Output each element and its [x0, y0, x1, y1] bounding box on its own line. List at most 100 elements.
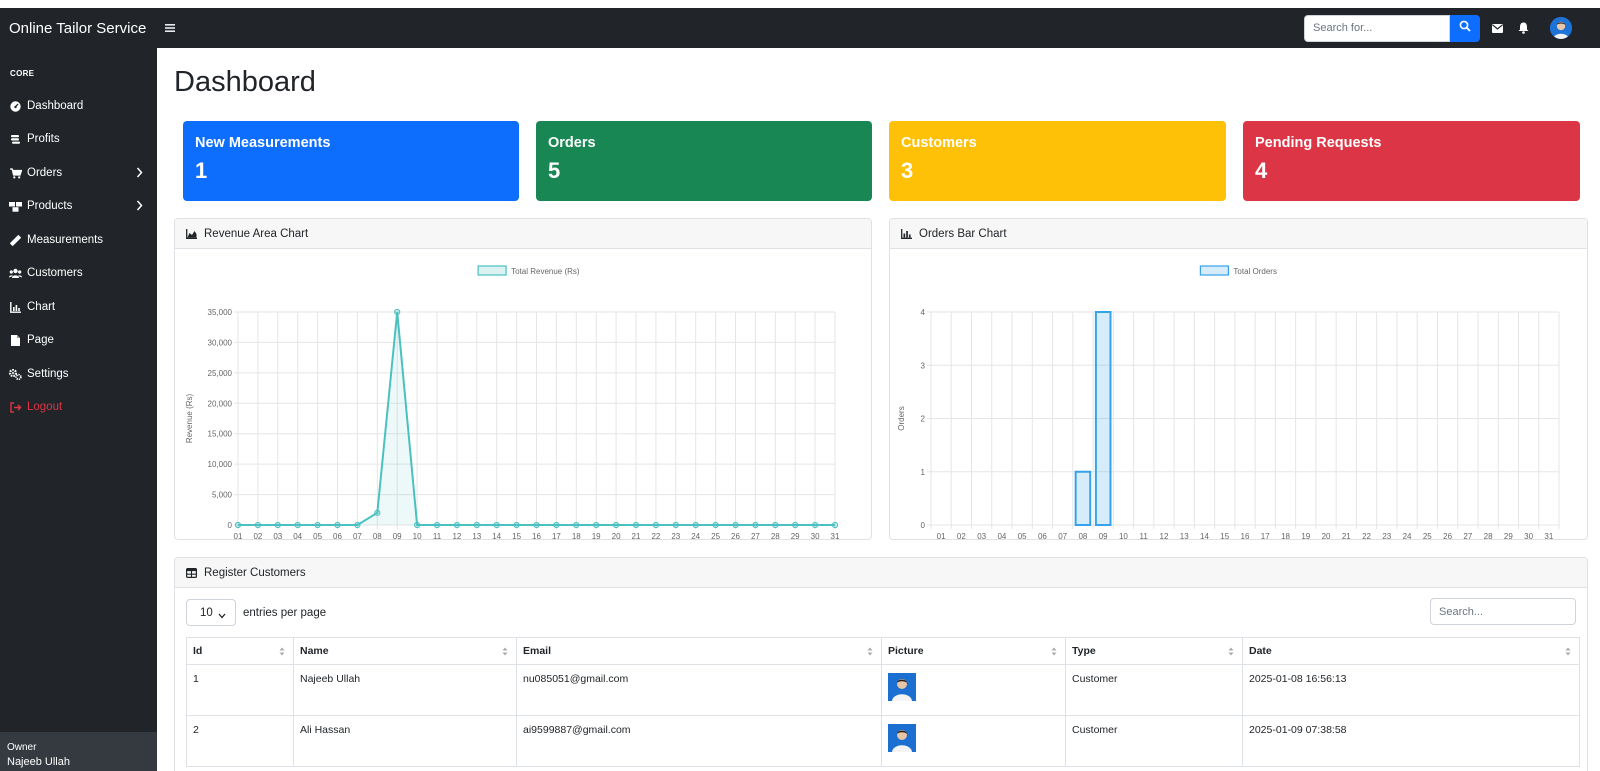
chevron-right-icon	[136, 167, 143, 181]
bell-icon[interactable]	[1510, 14, 1536, 42]
search-input[interactable]	[1304, 14, 1450, 42]
y-tick-label: 20,000	[208, 399, 233, 408]
table-row[interactable]: 1 Najeeb Ullah nu085051@gmail.com Custom…	[186, 664, 1580, 716]
brand-link[interactable]: Online Tailor Service	[9, 20, 157, 37]
x-tick-label: 06	[1038, 532, 1047, 539]
card-orders[interactable]: Orders 5	[536, 121, 872, 201]
x-tick-label: 02	[253, 532, 262, 539]
x-tick-label: 28	[1484, 532, 1493, 539]
x-tick-label: 24	[1403, 532, 1412, 539]
table-search-input[interactable]	[1430, 598, 1576, 625]
sidebar: CORE Dashboard Profits Orders Products M…	[0, 48, 157, 771]
data-point	[831, 521, 839, 529]
chevron-right-icon	[136, 200, 143, 214]
card-label: New Measurements	[195, 135, 331, 151]
table-row[interactable]: 2 Ali Hassan ai9599887@gmail.com Custome…	[186, 715, 1580, 767]
sidebar-item-orders[interactable]: Orders	[0, 158, 157, 188]
chevron-down-icon	[218, 610, 226, 622]
x-tick-label: 30	[811, 532, 820, 539]
search-icon	[1459, 19, 1471, 37]
page-size-select[interactable]: 10	[186, 599, 236, 626]
data-point	[792, 521, 799, 529]
card-value: 3	[901, 158, 914, 183]
chart-icon	[9, 301, 22, 314]
x-tick-label: 17	[552, 532, 561, 539]
sidebar-item-customers[interactable]: Customers	[0, 258, 157, 288]
search-button[interactable]	[1450, 14, 1480, 42]
data-point	[593, 521, 600, 529]
x-tick-label: 17	[1261, 532, 1270, 539]
data-point	[712, 521, 719, 529]
y-tick-label: 25,000	[208, 369, 233, 378]
customers-table: Id Name Email Picture Type Date 1 Najeeb…	[186, 637, 1580, 767]
column-header-name[interactable]: Name	[293, 637, 517, 665]
column-header-type[interactable]: Type	[1065, 637, 1243, 665]
card-value: 4	[1255, 158, 1268, 183]
y-tick-label: 35,000	[208, 308, 233, 317]
sidebar-footer: Owner Najeeb Ullah	[0, 732, 157, 771]
data-point	[453, 521, 460, 529]
sidebar-item-products[interactable]: Products	[0, 191, 157, 221]
card-value: 1	[195, 158, 208, 183]
x-tick-label: 12	[452, 532, 461, 539]
menu-icon[interactable]	[165, 23, 175, 33]
sort-icon	[1051, 647, 1057, 659]
sidebar-item-settings[interactable]: Settings	[0, 359, 157, 389]
data-point	[274, 521, 281, 529]
sidebar-item-profits[interactable]: Profits	[0, 124, 157, 154]
sidebar-item-label: Measurements	[27, 234, 104, 246]
data-point	[234, 521, 242, 529]
sidebar-item-label: Chart	[27, 301, 56, 313]
sidebar-item-page[interactable]: Page	[0, 325, 157, 355]
x-tick-label: 10	[1119, 532, 1128, 539]
x-tick-label: 16	[532, 532, 541, 539]
column-header-picture[interactable]: Picture	[881, 637, 1066, 665]
customer-photo[interactable]	[888, 724, 916, 752]
user-avatar[interactable]	[1550, 17, 1572, 39]
sidebar-item-dashboard[interactable]: Dashboard	[0, 91, 157, 121]
x-tick-label: 10	[413, 532, 422, 539]
x-tick-label: 11	[1140, 532, 1149, 539]
x-tick-label: 29	[791, 532, 800, 539]
data-point	[473, 521, 480, 529]
cell-id: 1	[186, 664, 294, 716]
footer-user-name: Najeeb Ullah	[7, 756, 70, 768]
users-icon	[9, 267, 22, 280]
card-customers[interactable]: Customers 3	[889, 121, 1226, 201]
sidebar-item-label: Page	[27, 334, 54, 346]
sidebar-item-measurements[interactable]: Measurements	[0, 225, 157, 255]
envelope-icon[interactable]	[1484, 14, 1510, 42]
sidebar-item-chart[interactable]: Chart	[0, 292, 157, 322]
data-point	[752, 521, 759, 529]
sidebar-item-logout[interactable]: Logout	[0, 392, 157, 422]
customer-photo[interactable]	[888, 673, 916, 701]
sort-icon	[279, 647, 285, 659]
sidebar-item-label: Dashboard	[27, 100, 84, 112]
x-tick-label: 24	[691, 532, 700, 539]
y-axis-label: Revenue (Rs)	[185, 393, 194, 443]
x-tick-label: 13	[1180, 532, 1189, 539]
data-point	[314, 521, 321, 529]
boxes-icon	[9, 200, 22, 213]
x-tick-label: 25	[711, 532, 720, 539]
sidebar-item-label: Customers	[27, 267, 83, 279]
footer-role: Owner	[7, 742, 37, 753]
data-point	[692, 521, 699, 529]
x-tick-label: 20	[612, 532, 621, 539]
sidebar-item-label: Profits	[27, 133, 60, 145]
y-tick-label: 10,000	[208, 460, 233, 469]
y-tick-label: 4	[921, 308, 926, 317]
x-tick-label: 03	[273, 532, 282, 539]
card-new-measurements[interactable]: New Measurements 1	[183, 121, 519, 201]
column-header-date[interactable]: Date	[1242, 637, 1580, 665]
cell-picture	[881, 664, 1066, 716]
column-header-id[interactable]: Id	[186, 637, 294, 665]
column-header-email[interactable]: Email	[516, 637, 882, 665]
x-tick-label: 03	[977, 532, 986, 539]
card-pending-requests[interactable]: Pending Requests 4	[1243, 121, 1580, 201]
x-tick-label: 28	[771, 532, 780, 539]
data-point	[334, 521, 341, 529]
data-point	[553, 521, 560, 529]
x-tick-label: 07	[353, 532, 362, 539]
y-tick-label: 15,000	[208, 430, 233, 439]
